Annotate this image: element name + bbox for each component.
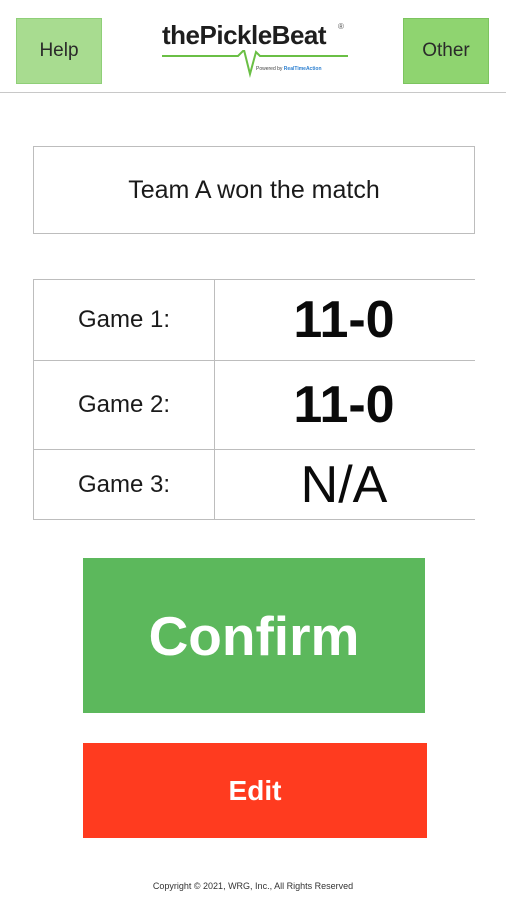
confirm-button[interactable]: Confirm [83, 558, 425, 713]
match-result-message: Team A won the match [33, 146, 475, 234]
game-label: Game 3: [33, 450, 215, 519]
copyright-footer: Copyright © 2021, WRG, Inc., All Rights … [152, 881, 354, 891]
app-header: Help thePickleBeat ® Powered by RealTime… [0, 0, 506, 93]
logo-tagline: Powered by RealTimeAction [256, 66, 322, 72]
registered-mark-icon: ® [338, 22, 344, 31]
game-scores-table: Game 1: 11-0 Game 2: 11-0 Game 3: N/A [33, 279, 475, 520]
game-score: 11-0 [293, 291, 395, 349]
help-button[interactable]: Help [16, 18, 102, 84]
other-button[interactable]: Other [403, 18, 489, 84]
logo-powered-by: Powered by [256, 66, 283, 72]
game-row: Game 2: 11-0 [33, 360, 475, 449]
game-score: N/A [300, 455, 388, 514]
app-logo: thePickleBeat ® Powered by RealTimeActio… [160, 20, 350, 80]
logo-wordmark: thePickleBeat [162, 20, 327, 50]
game-label: Game 2: [33, 361, 215, 449]
logo-brand: RealTimeAction [283, 66, 322, 72]
game-label: Game 1: [33, 280, 215, 360]
game-row: Game 3: N/A [33, 449, 475, 520]
edit-button[interactable]: Edit [83, 743, 427, 838]
game-score: 11-0 [293, 376, 395, 434]
game-row: Game 1: 11-0 [33, 279, 475, 360]
heartbeat-pulse-icon [162, 50, 348, 78]
